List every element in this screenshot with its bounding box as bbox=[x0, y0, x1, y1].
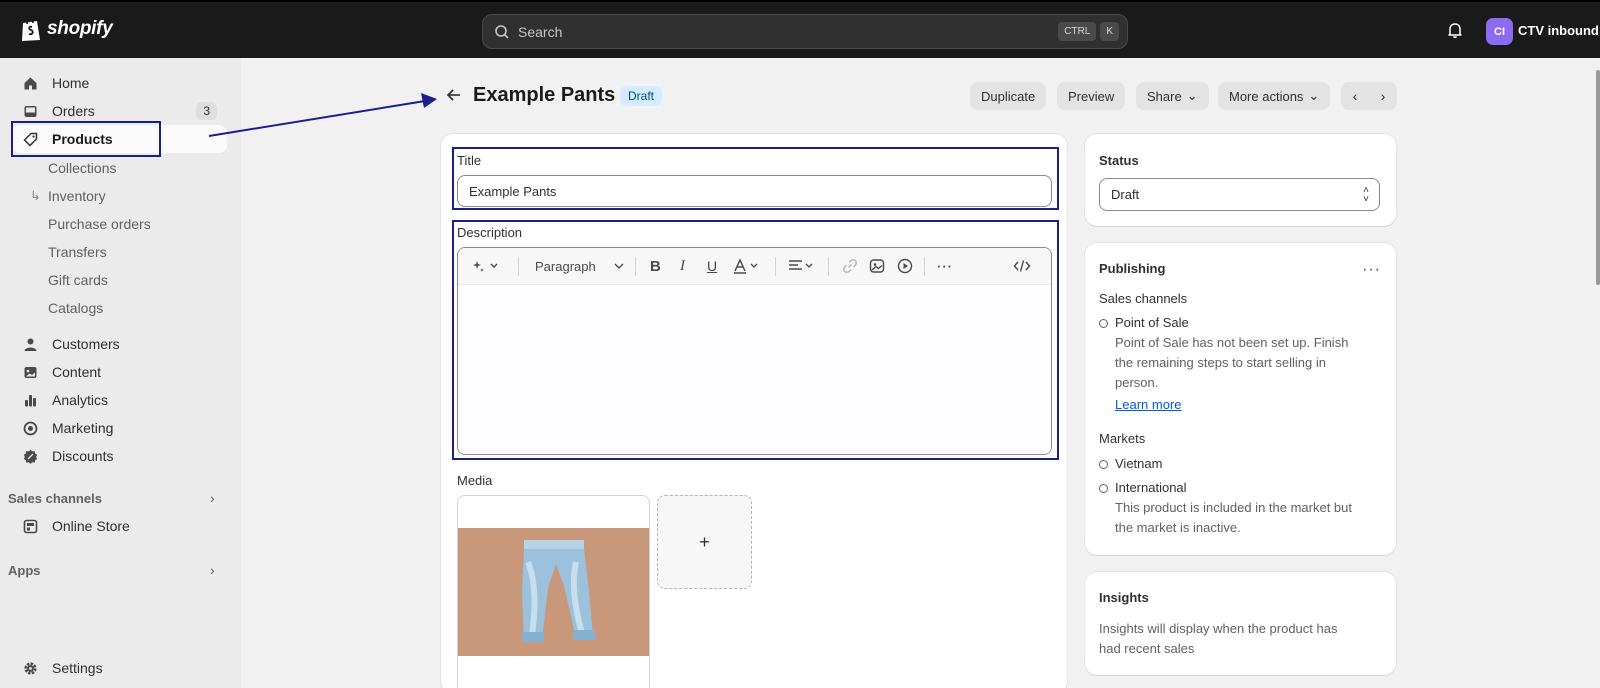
market-note-line: This product is included in the market b… bbox=[1115, 500, 1353, 515]
status-badge: Draft bbox=[620, 86, 663, 106]
chevron-down-icon: ⌄ bbox=[1186, 88, 1198, 103]
status-selected-value: Draft bbox=[1111, 187, 1140, 202]
channel-status-dot bbox=[1099, 319, 1108, 328]
product-pager: ‹ › bbox=[1341, 82, 1397, 110]
jeans-image bbox=[458, 528, 649, 656]
channel-note-line: the remaining steps to start selling in bbox=[1115, 355, 1326, 370]
market-status-dot bbox=[1099, 460, 1108, 469]
preview-button[interactable]: Preview bbox=[1057, 82, 1126, 110]
insights-note-line: Insights will display when the product h… bbox=[1099, 621, 1338, 636]
market-name: International bbox=[1115, 480, 1187, 495]
annotation-box-title bbox=[452, 147, 1059, 210]
markets-heading: Markets bbox=[1099, 431, 1146, 446]
select-chevron-icon: ˄ ˅ bbox=[1363, 185, 1369, 205]
sales-channels-heading: Sales channels bbox=[1099, 291, 1188, 306]
status-heading: Status bbox=[1099, 153, 1139, 168]
preview-label: Preview bbox=[1068, 88, 1115, 104]
more-actions-label: More actions bbox=[1229, 88, 1304, 104]
back-arrow-icon[interactable] bbox=[445, 86, 463, 104]
chevron-right-icon[interactable]: › bbox=[1381, 88, 1386, 104]
add-media-button[interactable]: + bbox=[657, 495, 752, 589]
annotation-box-description bbox=[452, 220, 1059, 460]
share-button[interactable]: Share ⌄ bbox=[1136, 82, 1209, 110]
market-name: Vietnam bbox=[1115, 456, 1163, 471]
share-label: Share bbox=[1147, 88, 1182, 104]
duplicate-button[interactable]: Duplicate bbox=[970, 82, 1047, 110]
duplicate-label: Duplicate bbox=[981, 88, 1036, 104]
product-photo-pants bbox=[458, 528, 649, 656]
page-title: Example Pants bbox=[473, 84, 616, 106]
publishing-heading: Publishing bbox=[1099, 261, 1166, 276]
insights-note-line: had recent sales bbox=[1099, 641, 1195, 656]
chevron-left-icon[interactable]: ‹ bbox=[1353, 88, 1358, 104]
learn-more-link[interactable]: Learn more bbox=[1115, 397, 1181, 412]
chevron-down-icon: ⌄ bbox=[1308, 88, 1320, 103]
page-scrollbar[interactable] bbox=[1596, 70, 1600, 285]
channel-name: Point of Sale bbox=[1115, 315, 1189, 330]
channel-note-line: Point of Sale has not been set up. Finis… bbox=[1115, 335, 1349, 350]
media-label: Media bbox=[457, 473, 493, 488]
market-note-line: the market is inactive. bbox=[1115, 520, 1241, 535]
insights-heading: Insights bbox=[1099, 590, 1149, 605]
media-thumbnail[interactable] bbox=[457, 495, 650, 688]
more-actions-button[interactable]: More actions ⌄ bbox=[1218, 82, 1331, 110]
channel-note-line: person. bbox=[1115, 375, 1159, 390]
market-status-dot bbox=[1099, 484, 1108, 493]
status-select[interactable]: Draft ˄ ˅ bbox=[1099, 178, 1380, 211]
more-options-icon[interactable]: ··· bbox=[1362, 261, 1381, 279]
